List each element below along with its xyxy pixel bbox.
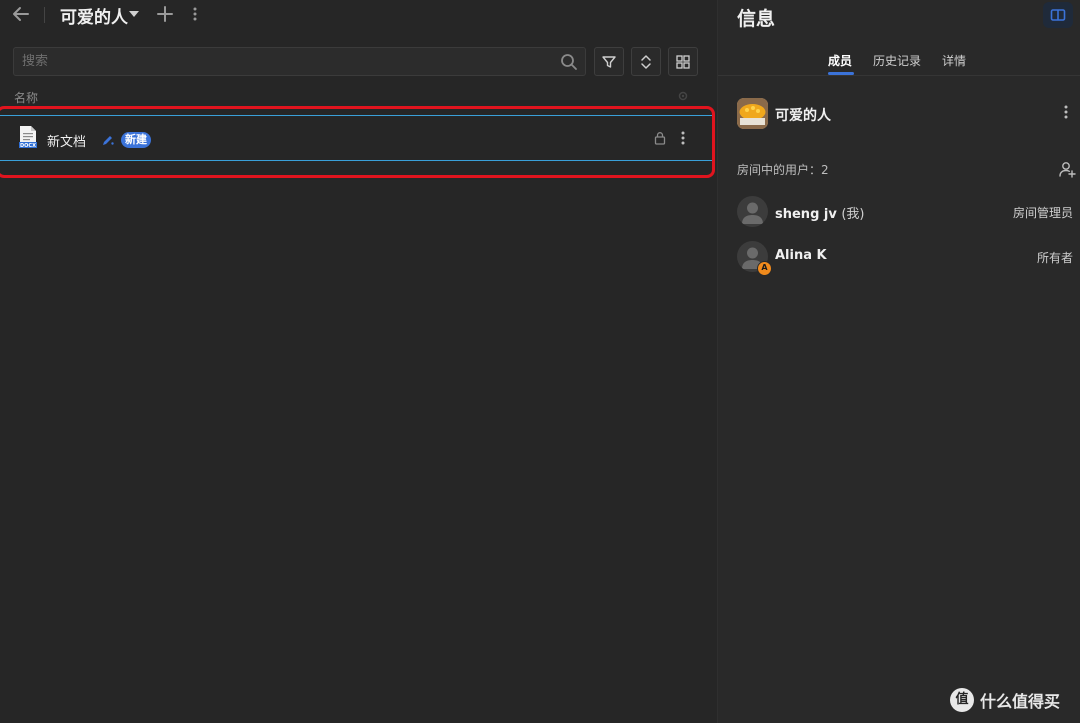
sort-button[interactable] [631, 47, 661, 76]
info-panel: 信息 成员 历史记录 详情 可爱的人 房间中的用户：2 sheng jv (我)… [717, 0, 1080, 723]
member-role[interactable]: 所有者 [1037, 249, 1073, 266]
search-icon[interactable] [560, 53, 578, 71]
avatar [737, 196, 768, 227]
more-vertical-icon[interactable] [188, 6, 202, 22]
room-avatar [737, 98, 768, 129]
member-name: Alina K [775, 248, 827, 263]
sort-icon [641, 54, 651, 69]
gear-icon[interactable] [677, 90, 689, 102]
watermark-text: 什么值得买 [980, 692, 1061, 711]
tab-history[interactable]: 历史记录 [873, 52, 921, 69]
chevron-down-icon[interactable] [129, 11, 139, 17]
header-divider [44, 7, 45, 23]
member-name: sheng jv (我) [775, 207, 865, 222]
tab-members[interactable]: 成员 [828, 52, 852, 69]
column-header-name[interactable]: 名称 [14, 89, 38, 106]
member-row[interactable]: sheng jv (我) 房间管理员 [737, 196, 1077, 228]
info-tabs: 成员 历史记录 详情 [718, 50, 1080, 76]
watermark: 值 什么值得买 [950, 688, 1060, 712]
view-toggle-button[interactable] [668, 47, 698, 76]
member-role[interactable]: 房间管理员 [1013, 204, 1073, 221]
search-input[interactable] [22, 48, 552, 75]
member-row[interactable]: A Alina K 所有者 [737, 241, 1077, 276]
file-row[interactable]: DOCX 新文档 新建 [0, 115, 714, 161]
owner-badge: A [757, 261, 772, 276]
file-type-label: DOCX [20, 143, 36, 149]
filter-button[interactable] [594, 47, 624, 76]
me-label: (我) [841, 207, 865, 222]
plus-icon[interactable] [156, 5, 174, 23]
file-name[interactable]: 新文档 [47, 131, 86, 150]
more-vertical-icon[interactable] [1059, 104, 1073, 120]
room-title[interactable]: 可爱的人 [60, 3, 128, 28]
watermark-logo: 值 [950, 688, 974, 712]
grid-view-icon [676, 54, 690, 69]
info-panel-title: 信息 [737, 8, 776, 30]
panel-icon [1050, 9, 1066, 21]
active-tab-indicator [828, 72, 854, 75]
docx-file-icon: DOCX [19, 126, 37, 149]
back-arrow-icon[interactable] [11, 4, 31, 24]
room-users-count: 房间中的用户：2 [737, 163, 829, 177]
room-name: 可爱的人 [775, 108, 831, 124]
filter-icon [602, 55, 616, 68]
file-area: 可爱的人 名称 [0, 0, 717, 723]
more-vertical-icon[interactable] [676, 130, 690, 146]
search-box [13, 47, 586, 76]
new-badge: 新建 [121, 132, 151, 148]
edit-icon [103, 136, 114, 145]
add-user-icon[interactable] [1058, 160, 1076, 178]
toggle-panel-button[interactable] [1043, 2, 1073, 28]
tab-details[interactable]: 详情 [942, 52, 966, 69]
lock-icon[interactable] [654, 131, 666, 145]
